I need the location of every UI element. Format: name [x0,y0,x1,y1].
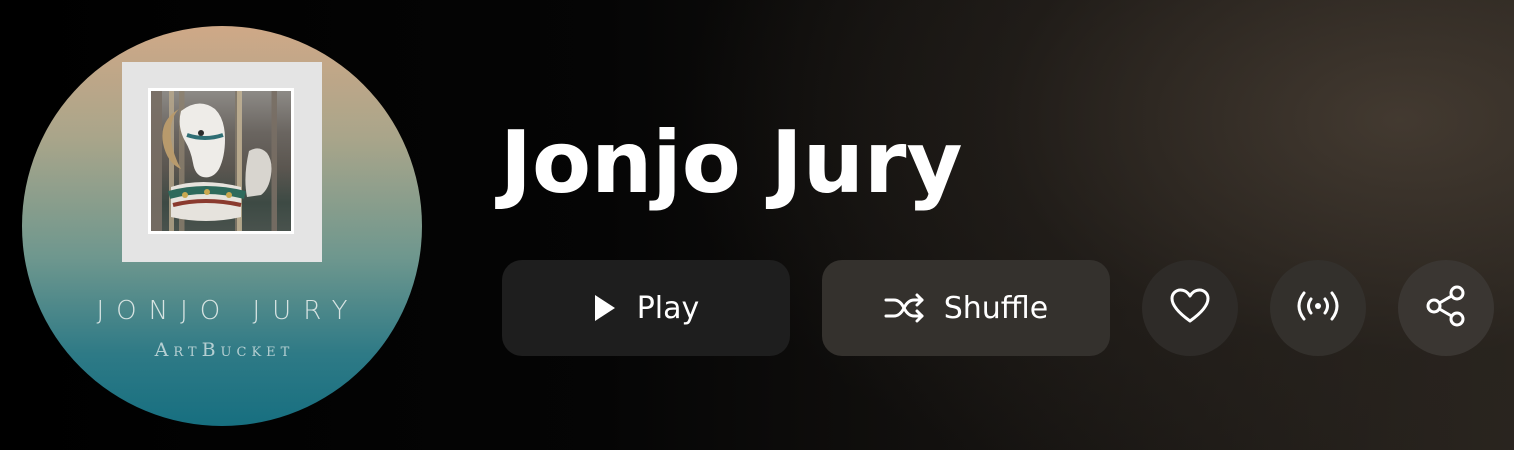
shuffle-button[interactable]: Shuffle [822,260,1110,356]
share-button[interactable] [1398,260,1494,356]
avatar-label-name: ArtBucket [154,339,295,361]
broadcast-icon [1294,288,1342,328]
like-button[interactable] [1142,260,1238,356]
play-icon [593,294,617,322]
artist-avatar: JONJO JURY ArtBucket [22,26,422,426]
carousel-horse-image [148,88,294,234]
album-artwork-frame [122,62,322,262]
avatar-artist-name: JONJO JURY [96,296,360,326]
play-button-label: Play [636,290,700,326]
shuffle-button-label: Shuffle [943,290,1049,326]
artist-header: JONJO JURY ArtBucket Jonjo Jury Play Shu… [0,0,1514,450]
shuffle-icon [884,293,926,323]
radio-button[interactable] [1270,260,1366,356]
artist-title: Jonjo Jury [500,113,963,213]
share-icon [1424,284,1468,332]
heart-icon [1170,288,1210,328]
play-button[interactable]: Play [502,260,790,356]
